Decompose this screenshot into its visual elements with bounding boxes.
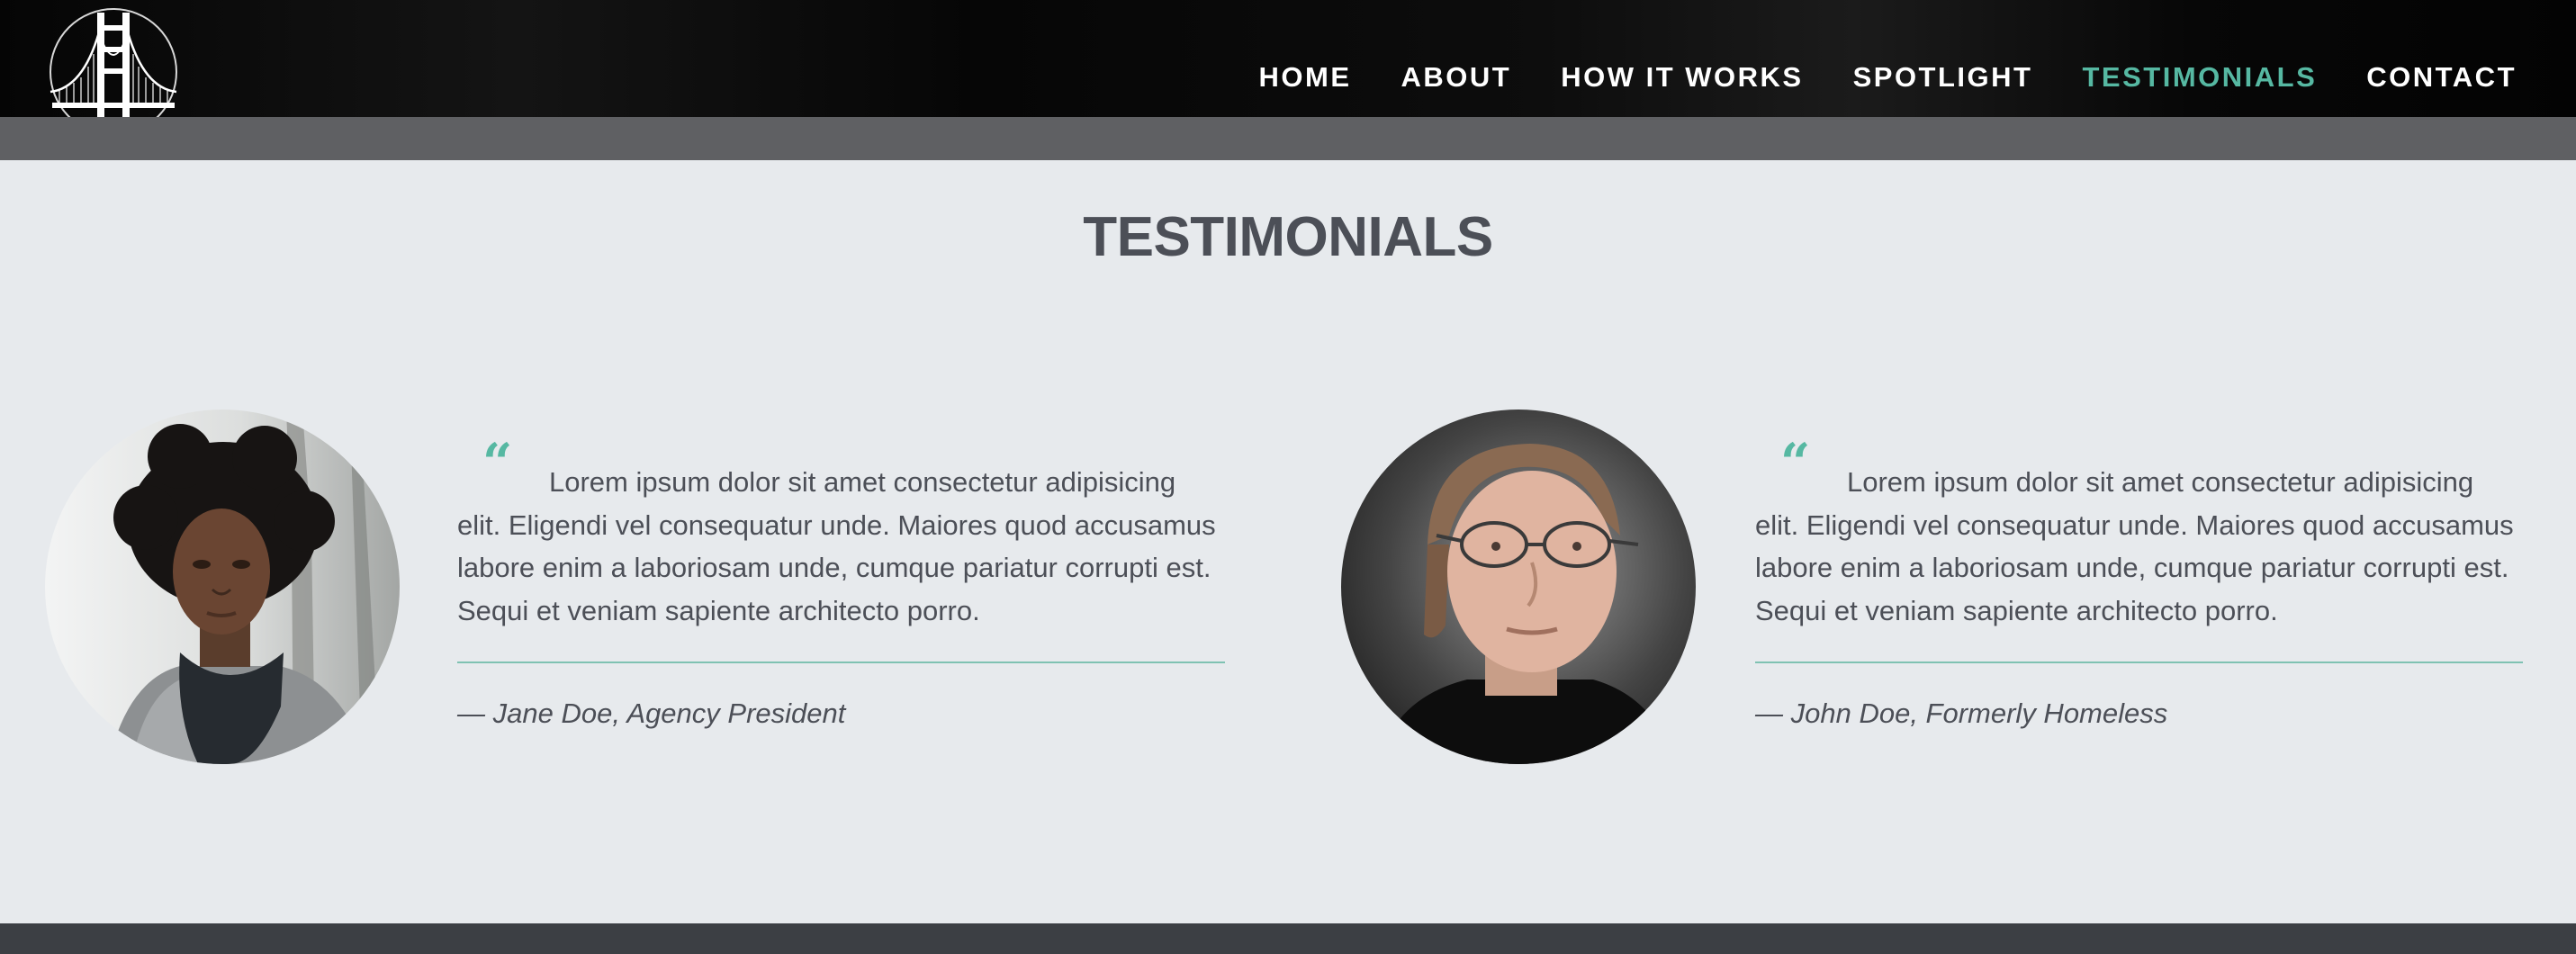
woman-portrait: [45, 410, 400, 764]
nav-contact[interactable]: CONTACT: [2366, 59, 2517, 95]
site-header: HOME ABOUT HOW IT WORKS SPOTLIGHT TESTIM…: [0, 0, 2576, 136]
author: — John Doe, Formerly Homeless: [1755, 698, 2168, 729]
footer-bar: [0, 923, 2576, 954]
header-strip: [0, 117, 2576, 160]
nav-spotlight[interactable]: SPOTLIGHT: [1853, 59, 2033, 95]
divider: [1755, 662, 2523, 663]
avatar: [1341, 410, 1696, 764]
nav-home[interactable]: HOME: [1259, 59, 1352, 95]
nav-how-it-works[interactable]: HOW IT WORKS: [1561, 59, 1803, 95]
quote-block: “ Lorem ipsum dolor sit amet consectetur…: [1755, 410, 2523, 770]
testimonial-card: “ Lorem ipsum dolor sit amet consectetur…: [1287, 410, 2576, 770]
divider: [457, 662, 1225, 663]
section-title: TESTIMONIALS: [1083, 206, 1493, 268]
man-portrait: [1341, 410, 1696, 764]
quote-text: Lorem ipsum dolor sit amet consectetur a…: [1755, 466, 2514, 626]
quote-text: Lorem ipsum dolor sit amet consectetur a…: [457, 466, 1216, 626]
nav-about[interactable]: ABOUT: [1401, 59, 1512, 95]
avatar: [45, 410, 400, 764]
testimonial-card: “ Lorem ipsum dolor sit amet consectetur…: [0, 410, 1287, 770]
author: — Jane Doe, Agency President: [457, 698, 846, 729]
nav-testimonials[interactable]: TESTIMONIALS: [2082, 59, 2317, 95]
quote-block: “ Lorem ipsum dolor sit amet consectetur…: [457, 410, 1225, 770]
main-nav: HOME ABOUT HOW IT WORKS SPOTLIGHT TESTIM…: [1259, 59, 2517, 95]
